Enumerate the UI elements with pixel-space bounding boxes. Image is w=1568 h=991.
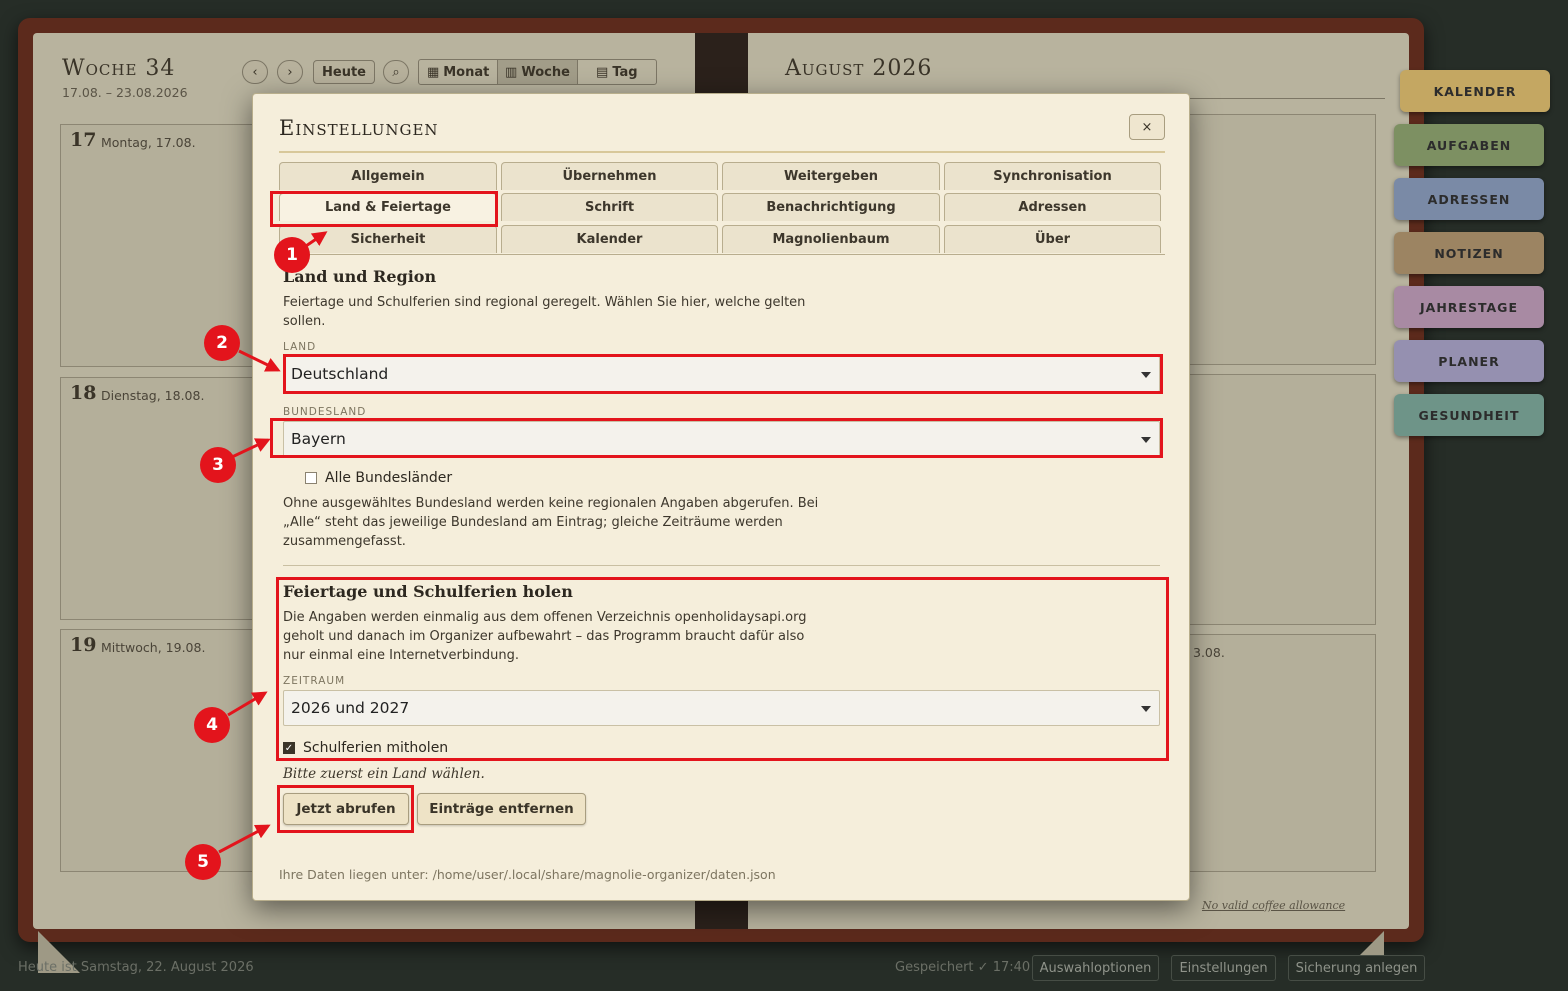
columns-icon: ▥: [505, 64, 518, 80]
tab-kalender[interactable]: Kalender: [501, 225, 718, 253]
next-week-button[interactable]: ›: [277, 60, 303, 84]
tab-uebernehmen[interactable]: Übernehmen: [501, 162, 718, 190]
side-tab-kalender[interactable]: KALENDER: [1400, 70, 1550, 112]
tab-weitergeben[interactable]: Weitergeben: [722, 162, 940, 190]
coffee-link[interactable]: No valid coffee allowance: [1202, 899, 1345, 912]
search-icon: ⌕: [392, 64, 400, 80]
view-month-label: Monat: [443, 64, 490, 80]
tab-schrift[interactable]: Schrift: [501, 193, 718, 221]
view-day-label: Tag: [612, 64, 638, 80]
day-card[interactable]: 19 Mittwoch, 19.08.: [60, 629, 260, 872]
tab-sicherheit[interactable]: Sicherheit: [279, 225, 497, 253]
data-path: Ihre Daten liegen unter: /home/user/.loc…: [279, 867, 776, 882]
highlight-box: [276, 577, 1169, 761]
highlight-box: [277, 785, 414, 833]
title-divider: [279, 151, 1165, 153]
remove-entries-button[interactable]: Einträge entfernen: [417, 793, 586, 825]
tabs-divider: [279, 254, 1165, 255]
tab-benachrichtigung[interactable]: Benachrichtigung: [722, 193, 940, 221]
view-week-button[interactable]: ▥ Woche: [498, 60, 578, 84]
view-switcher: ▦ Monat ▥ Woche ▤ Tag: [418, 59, 657, 85]
day-label: Mittwoch, 19.08.: [101, 640, 206, 655]
day-label: Dienstag, 18.08.: [101, 388, 205, 403]
list-icon: ▤: [596, 64, 609, 80]
country-label: LAND: [283, 341, 317, 353]
tab-magnolienbaum[interactable]: Magnolienbaum: [722, 225, 940, 253]
view-day-button[interactable]: ▤ Tag: [578, 60, 656, 84]
region-intro: Feiertage und Schulferien sind regional …: [283, 295, 806, 329]
tab-ueber[interactable]: Über: [944, 225, 1161, 253]
day-number: 18: [70, 382, 97, 404]
day-card[interactable]: 18 Dienstag, 18.08.: [60, 377, 260, 620]
highlight-box: [270, 191, 498, 227]
settings-button[interactable]: Einstellungen: [1171, 955, 1276, 981]
hint-text: Bitte zuerst ein Land wählen.: [283, 766, 485, 782]
side-tab-adressen[interactable]: ADRESSEN: [1394, 178, 1544, 220]
tab-synchronisation[interactable]: Synchronisation: [944, 162, 1161, 190]
annotation-marker-1: 1: [274, 237, 310, 273]
today-status: Heute ist Samstag, 22. August 2026: [18, 960, 254, 975]
section-divider: [283, 565, 1160, 566]
side-tab-aufgaben[interactable]: AUFGABEN: [1394, 124, 1544, 166]
annotation-marker-5: 5: [185, 844, 221, 880]
save-status: Gespeichert ✓ 17:40: [895, 960, 1031, 975]
all-states-label: Alle Bundesländer: [325, 470, 453, 486]
view-month-button[interactable]: ▦ Monat: [419, 60, 499, 84]
checkbox-box: [305, 472, 317, 484]
annotation-marker-2: 2: [204, 325, 240, 361]
state-label: BUNDESLAND: [283, 406, 367, 418]
create-backup-button[interactable]: Sicherung anlegen: [1288, 955, 1425, 981]
today-button[interactable]: Heute: [313, 60, 375, 84]
region-note: Ohne ausgewähltes Bundesland werden kein…: [283, 496, 819, 549]
all-states-checkbox[interactable]: Alle Bundesländer: [305, 470, 452, 486]
region-heading: Land und Region: [283, 267, 437, 286]
prev-week-button[interactable]: ‹: [242, 60, 268, 84]
tab-allgemein[interactable]: Allgemein: [279, 162, 497, 190]
day-label: Montag, 17.08.: [101, 135, 196, 150]
annotation-marker-3: 3: [200, 447, 236, 483]
close-icon: ×: [1141, 119, 1153, 135]
side-tab-jahrestage[interactable]: JAHRESTAGE: [1394, 286, 1544, 328]
day-number: 19: [70, 634, 97, 656]
day-number: 17: [70, 129, 97, 151]
dialog-title: Einstellungen: [279, 116, 439, 140]
selection-options-button[interactable]: Auswahloptionen: [1032, 955, 1159, 981]
grid-icon: ▦: [426, 64, 440, 80]
annotation-marker-4: 4: [194, 707, 230, 743]
highlight-box: [270, 418, 1163, 458]
highlight-box: [283, 354, 1163, 394]
week-title: Woche 34: [62, 56, 176, 81]
side-tab-planer[interactable]: PLANER: [1394, 340, 1544, 382]
side-tab-gesundheit[interactable]: GESUNDHEIT: [1394, 394, 1544, 436]
tab-adressen[interactable]: Adressen: [944, 193, 1161, 221]
day-label: 3.08.: [1193, 645, 1225, 660]
month-title: August 2026: [785, 56, 933, 81]
search-button[interactable]: ⌕: [383, 60, 409, 84]
view-week-label: Woche: [521, 64, 570, 80]
close-button[interactable]: ×: [1129, 114, 1165, 140]
week-range: 17.08. – 23.08.2026: [62, 85, 188, 100]
side-tab-notizen[interactable]: NOTIZEN: [1394, 232, 1544, 274]
